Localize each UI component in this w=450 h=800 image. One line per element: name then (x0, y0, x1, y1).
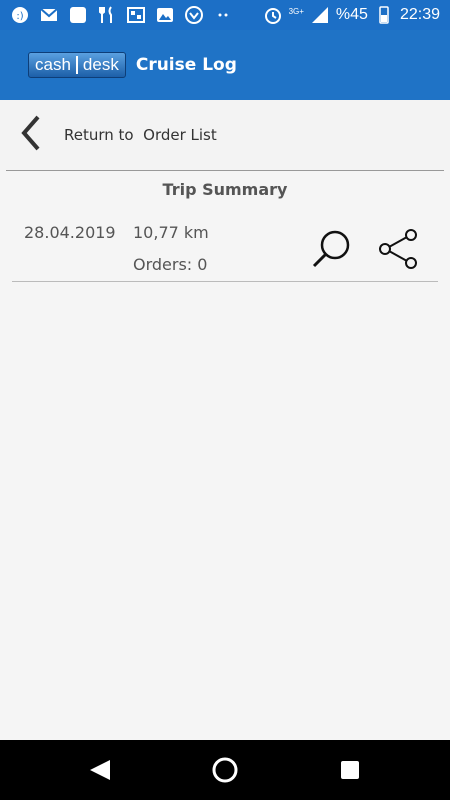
trip-row: 28.04.2019 10,77 km Orders: 0 (12, 215, 438, 281)
system-status: 3G+ %45 22:39 (263, 5, 440, 25)
system-nav-bar (0, 740, 450, 800)
divider (6, 170, 444, 171)
status-bar: :) 3G+ %45 22:39 (0, 0, 450, 30)
trip-orders: Orders: 0 (133, 255, 208, 274)
app-title: Cruise Log (135, 55, 237, 75)
back-triangle-icon[interactable] (86, 756, 114, 784)
clock: 22:39 (399, 6, 440, 23)
gallery-icon (155, 5, 175, 25)
signal-icon (310, 5, 330, 25)
chevron-left-icon (16, 113, 46, 157)
app-logo: cash desk (28, 52, 126, 78)
search-icon[interactable] (310, 227, 354, 271)
restaurant-icon (97, 5, 117, 25)
vpn-icon (184, 5, 204, 25)
trip-distance: 10,77 km (133, 223, 209, 242)
trip-date: 28.04.2019 (24, 223, 116, 242)
alarm-icon (263, 5, 283, 25)
more-icon (213, 5, 233, 25)
recents-square-icon[interactable] (336, 756, 364, 784)
gmail-icon (39, 5, 59, 25)
app-bar: cash desk Cruise Log (0, 30, 450, 100)
battery-percent: %45 (335, 6, 368, 23)
network-type: 3G+ (288, 7, 304, 16)
svg-text::): :) (16, 11, 23, 22)
battery-icon (374, 5, 394, 25)
logo-utensils-icon (74, 56, 80, 74)
home-circle-icon[interactable] (211, 756, 239, 784)
section-title: Trip Summary (162, 180, 288, 199)
divider (12, 281, 438, 282)
notification-icons: :) (10, 5, 233, 25)
back-button[interactable]: Return to Order List (16, 113, 217, 157)
share-icon[interactable] (376, 227, 420, 271)
chat-icon: :) (10, 5, 30, 25)
logo-text-right: desk (82, 55, 119, 74)
logo-text-left: cash (35, 55, 71, 74)
image-icon (126, 5, 146, 25)
back-label: Return to Order List (64, 126, 217, 144)
nav-row: Return to Order List (0, 100, 450, 170)
app-icon (68, 5, 88, 25)
